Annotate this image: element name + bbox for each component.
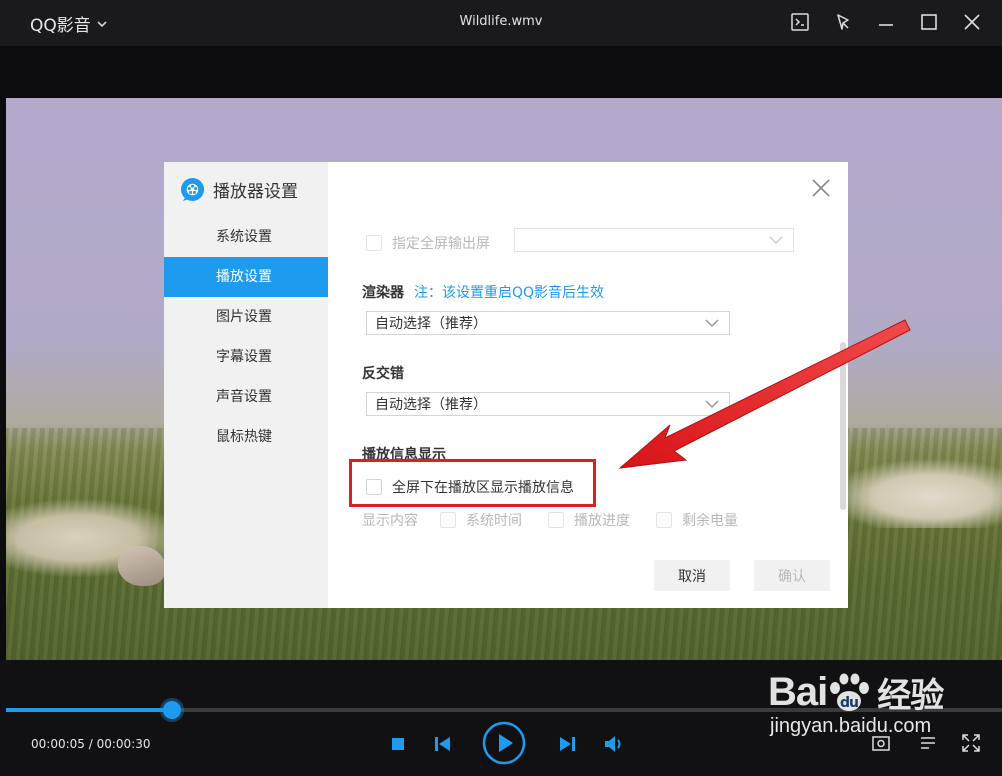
previous-button[interactable] — [432, 734, 454, 754]
baidu-watermark: Bai du 经验 jingyan.baidu.com — [768, 668, 944, 738]
fullscreen-icon — [962, 734, 980, 752]
confirm-button[interactable]: 确认 — [754, 560, 830, 591]
deinterlace-title: 反交错 — [362, 366, 404, 382]
annotation-highlight-box — [349, 459, 596, 507]
mini-mode-icon — [791, 13, 809, 31]
dialog-title: 播放器设置 — [213, 182, 298, 202]
progress-fill — [6, 708, 173, 712]
volume-button[interactable] — [603, 734, 627, 754]
fullscreen-button[interactable] — [960, 732, 982, 754]
watermark-brand-cn: 经验 — [877, 677, 944, 715]
pin-top-button[interactable] — [831, 10, 855, 34]
mini-mode-button[interactable] — [788, 10, 812, 34]
settings-sidebar: 播放器设置 系统设置 播放设置 图片设置 字幕设置 声音设置 鼠标热键 — [164, 162, 328, 608]
stop-icon — [392, 738, 404, 750]
minimize-icon — [879, 24, 893, 26]
cancel-button[interactable]: 取消 — [654, 560, 730, 591]
pin-icon — [837, 14, 849, 30]
stop-button[interactable] — [388, 734, 408, 754]
renderer-value: 自动选择（推荐） — [375, 316, 487, 332]
battery-checkbox[interactable] — [656, 512, 672, 528]
fullscreen-output-label: 指定全屏输出屏 — [392, 236, 490, 252]
next-icon — [560, 737, 575, 751]
play-progress-checkbox[interactable] — [548, 512, 564, 528]
nav-item-hotkeys[interactable]: 鼠标热键 — [164, 417, 328, 457]
fullscreen-output-select[interactable] — [514, 228, 794, 252]
next-button[interactable] — [556, 734, 578, 754]
close-window-button[interactable] — [960, 10, 984, 34]
minimize-button[interactable] — [874, 10, 898, 34]
renderer-note: 注：该设置重启QQ影音后生效 — [414, 285, 605, 301]
chevron-down-icon — [769, 236, 783, 245]
deinterlace-value: 自动选择（推荐） — [375, 397, 487, 413]
nav-item-subtitle[interactable]: 字幕设置 — [164, 337, 328, 377]
renderer-section: 渲染器 注：该设置重启QQ影音后生效 — [362, 282, 604, 302]
close-dialog-icon[interactable] — [810, 177, 832, 199]
play-icon — [482, 721, 526, 765]
nav-item-playback[interactable]: 播放设置 — [164, 257, 328, 297]
system-time-checkbox[interactable] — [440, 512, 456, 528]
watermark-url: jingyan.baidu.com — [770, 715, 932, 737]
play-button[interactable] — [482, 721, 526, 765]
nav-item-image[interactable]: 图片设置 — [164, 297, 328, 337]
maximize-icon — [921, 14, 937, 30]
battery-label: 剩余电量 — [682, 513, 738, 529]
play-progress-label: 播放进度 — [574, 513, 630, 529]
watermark-brand: Bai — [768, 670, 828, 714]
fullscreen-output-checkbox[interactable] — [366, 235, 382, 251]
annotation-arrow-icon — [618, 319, 911, 469]
renderer-title: 渲染器 — [362, 285, 404, 301]
video-rock — [118, 546, 166, 586]
system-time-label: 系统时间 — [466, 513, 522, 529]
settings-nav: 系统设置 播放设置 图片设置 字幕设置 声音设置 鼠标热键 — [164, 217, 328, 457]
qq-player-logo-icon — [180, 177, 205, 202]
baidu-paw-icon: du — [830, 673, 870, 711]
nav-item-system[interactable]: 系统设置 — [164, 217, 328, 257]
title-bar: QQ影音 Wildlife.wmv — [0, 0, 1002, 46]
maximize-button[interactable] — [917, 10, 941, 34]
show-content-label: 显示内容 — [362, 513, 418, 529]
progress-handle[interactable] — [163, 701, 182, 719]
volume-icon — [605, 736, 621, 752]
time-display: 00:00:05 / 00:00:30 — [31, 737, 151, 751]
previous-icon — [435, 737, 450, 751]
nav-item-audio[interactable]: 声音设置 — [164, 377, 328, 417]
close-icon — [964, 14, 980, 30]
svg-text:du: du — [840, 695, 858, 711]
